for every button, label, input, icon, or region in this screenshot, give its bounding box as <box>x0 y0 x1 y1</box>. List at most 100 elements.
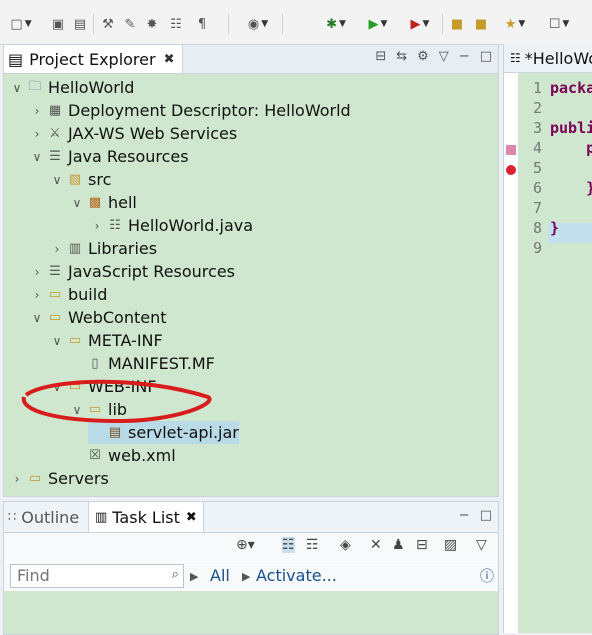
pin-icon[interactable]: ★ ▼ <box>498 14 532 34</box>
chevron-right-icon[interactable]: › <box>28 265 46 279</box>
tree-item[interactable]: › ▭ Servers <box>8 467 109 490</box>
chevron-right-icon[interactable]: › <box>8 472 26 486</box>
tree-item[interactable]: ∨ 🗀 HelloWorld <box>8 76 135 99</box>
editor-gutter <box>504 73 518 633</box>
run-config-icon[interactable]: ▶ ▼ <box>402 14 438 34</box>
run-icon[interactable]: ▶ ▼ <box>360 14 396 34</box>
chevron-right-icon[interactable]: › <box>28 104 46 118</box>
close-icon[interactable]: ✖ <box>164 52 175 67</box>
scheduled-icon[interactable]: ☶ <box>306 537 319 553</box>
filter-icon[interactable]: ⚙ <box>417 49 429 64</box>
filter-all-link[interactable]: All <box>210 566 230 585</box>
link-editor-icon[interactable]: ⇆ <box>396 49 407 64</box>
tree-item[interactable]: ∨ ▭ WEB-INF <box>48 375 157 398</box>
code-line: packa <box>550 79 592 97</box>
maximize-icon[interactable]: □ <box>480 49 492 64</box>
hide-icon[interactable]: ✕ <box>370 537 382 553</box>
help-icon[interactable]: ⓘ <box>480 566 494 586</box>
maximize-icon[interactable]: □ <box>480 508 492 523</box>
tree-item[interactable]: ∨ ▩ hell <box>68 191 137 214</box>
tree-item-label: Deployment Descriptor: HelloWorld <box>68 101 351 120</box>
task-list-view: ∷ Outline ▥ Task List ✖ − □ ⊕▾ ☷ ☶ ◈ ✕ ♟… <box>3 501 499 635</box>
code-line: p <box>550 139 592 157</box>
view-menu-icon[interactable]: ▽ <box>476 537 487 553</box>
search-icon[interactable]: ⌕ <box>172 567 179 582</box>
descriptor-icon: ▦ <box>48 103 62 118</box>
tree-item[interactable]: › ☷ HelloWorld.java <box>88 214 253 237</box>
tree-item[interactable]: ∨ ▧ src <box>48 168 112 191</box>
close-icon[interactable]: ✖ <box>186 510 197 525</box>
tree-item[interactable]: ∨ ☰ Java Resources <box>28 145 189 168</box>
debug-icon[interactable]: ✱ ▼ <box>318 14 354 34</box>
minimize-icon[interactable]: − <box>459 49 470 64</box>
search-icon[interactable]: ☐ ▼ <box>542 14 576 34</box>
chevron-right-icon[interactable]: › <box>48 242 66 256</box>
task-list-toolbar: ⊕▾ ☷ ☶ ◈ ✕ ♟ ⊟ ▨ ▽ <box>4 533 498 561</box>
focus-icon[interactable]: ▨ <box>444 537 457 553</box>
pilcrow-icon[interactable]: ¶ <box>194 14 210 34</box>
find-input[interactable] <box>11 565 167 585</box>
tree-item[interactable]: › ▥ Libraries <box>48 237 158 260</box>
chevron-right-icon[interactable]: › <box>28 288 46 302</box>
chevron-down-icon[interactable]: ∨ <box>68 403 86 417</box>
javafile-icon: ☷ <box>109 218 121 233</box>
tree-item[interactable]: › ☰ JavaScript Resources <box>28 260 235 283</box>
doc-icon[interactable]: ☷ <box>168 14 184 34</box>
tab-project-explorer[interactable]: ▤ Project Explorer ✖ <box>4 45 184 73</box>
sync-icon[interactable]: ◈ <box>340 537 351 553</box>
tab-task-list[interactable]: ▥ Task List ✖ <box>88 502 204 532</box>
people-icon[interactable]: ♟ <box>392 537 405 553</box>
tree-item-label: Java Resources <box>68 147 189 166</box>
activate-link[interactable]: Activate... <box>256 566 337 585</box>
chevron-down-icon[interactable]: ∨ <box>68 196 86 210</box>
tab-outline[interactable]: ∷ Outline <box>8 502 79 532</box>
minimize-icon[interactable]: − <box>459 508 470 523</box>
folder-icon: ▭ <box>48 310 62 325</box>
wand-icon[interactable]: ✸ <box>144 14 160 34</box>
profile-icon[interactable]: ◉ ▼ <box>242 14 274 34</box>
tree-item[interactable]: › ⚔ JAX-WS Web Services <box>28 122 238 145</box>
tree-item-label: HelloWorld.java <box>128 216 254 235</box>
jsres-icon: ☰ <box>49 264 61 279</box>
collapse-all-icon[interactable]: ⊟ <box>416 537 428 553</box>
error-marker-icon[interactable] <box>506 165 516 175</box>
pen-icon[interactable]: ✎ <box>122 14 138 34</box>
view-menu-icon[interactable]: ▽ <box>439 49 449 64</box>
code-line: } <box>550 179 592 197</box>
tree-item[interactable]: › ▭ build <box>28 283 108 306</box>
chevron-down-icon[interactable]: ∨ <box>28 150 46 164</box>
open-folder-icon[interactable]: ■ <box>448 14 466 34</box>
tree-item[interactable]: ∨ ▭ lib <box>68 398 127 421</box>
categorized-icon[interactable]: ☷ <box>282 537 295 553</box>
outline-icon: ∷ <box>8 509 17 525</box>
project-icon: 🗀 <box>28 78 42 94</box>
tree-item[interactable]: › ▦ Deployment Descriptor: HelloWorld <box>28 99 351 122</box>
chevron-down-icon[interactable]: ∨ <box>8 81 26 95</box>
tree-item[interactable]: ∨ ▭ META-INF <box>48 329 163 352</box>
tree-item[interactable]: ☒ web.xml <box>68 444 176 467</box>
save-all-icon[interactable]: ▤ <box>72 14 88 34</box>
line-numbers: 1 2 3 4 5 6 7 8 9 <box>518 73 548 633</box>
tree-item[interactable]: ▯ MANIFEST.MF <box>68 352 214 375</box>
library-icon: ▥ <box>68 241 82 256</box>
new-task-icon[interactable]: ⊕▾ <box>236 537 255 553</box>
tree-item-label: hell <box>108 193 137 212</box>
build-icon[interactable]: ⚒ <box>100 14 116 34</box>
new-icon[interactable]: □ ▼ <box>6 14 36 34</box>
chevron-down-icon[interactable]: ∨ <box>48 173 66 187</box>
line-number: 8 <box>532 219 542 237</box>
collapse-all-icon[interactable]: ⊟ <box>375 49 386 64</box>
folder-icon[interactable]: ■ <box>472 14 490 34</box>
tree-item[interactable]: ∨ ▭ WebContent <box>28 306 167 329</box>
chevron-right-icon[interactable]: › <box>88 219 106 233</box>
tree-item[interactable]: ▤ servlet-api.jar <box>88 421 239 444</box>
chevron-down-icon[interactable]: ∨ <box>28 311 46 325</box>
tab-editor-helloworld[interactable]: ☷ *HelloWorld.java <box>504 44 592 73</box>
chevron-down-icon[interactable]: ∨ <box>48 334 66 348</box>
line-number: 7 <box>532 199 542 217</box>
code-text[interactable]: packa publi p }} <box>548 73 592 633</box>
editor-tab-label: *HelloWorld.java <box>524 48 592 68</box>
chevron-right-icon[interactable]: › <box>28 127 46 141</box>
save-icon[interactable]: ▣ <box>50 14 66 34</box>
chevron-down-icon[interactable]: ∨ <box>48 380 66 394</box>
